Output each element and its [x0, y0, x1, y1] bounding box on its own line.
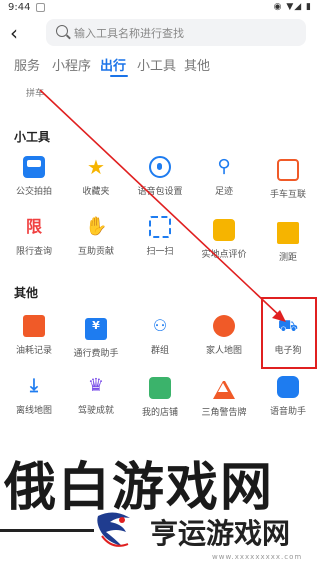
highlight-box [261, 297, 317, 369]
watermark: 俄白游戏网 亨运游戏网 www.xxxxxxxxx.com [0, 440, 320, 568]
watermark-line [0, 529, 94, 532]
watermark-url: www.xxxxxxxxx.com [212, 553, 303, 561]
watermark-big-text: 俄白游戏网 [4, 457, 275, 518]
dragon-logo-icon [97, 512, 130, 547]
watermark-small-text: 亨运游戏网 [150, 517, 291, 550]
